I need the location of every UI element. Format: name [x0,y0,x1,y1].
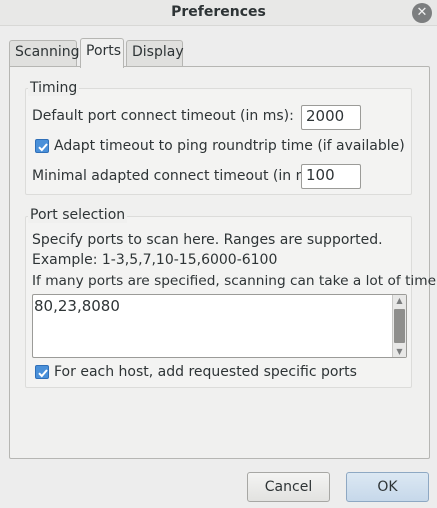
timing-group-title: Timing [28,80,80,96]
port-help-text-2: Example: 1-3,5,7,10-15,6000-6100 [32,252,278,268]
tab-ports[interactable]: Ports [80,38,124,68]
ok-button[interactable]: OK [346,472,429,502]
add-specific-ports-checkbox[interactable] [35,365,49,379]
ports-scrollbar[interactable]: ▲ ▼ [392,295,406,357]
ports-value: 80,23,8080 [34,297,120,315]
checkmark-icon [38,143,48,152]
min-timeout-label: Minimal adapted connect timeout (in ms): [32,168,327,184]
tab-label: Display [132,44,184,60]
tab-label: Ports [86,43,122,59]
title-bar: Preferences ✕ [0,0,437,26]
scroll-thumb[interactable] [394,309,405,343]
checkmark-icon [38,369,48,378]
min-timeout-input[interactable]: 100 [301,164,361,189]
window-title: Preferences [171,4,266,20]
default-timeout-input[interactable]: 2000 [301,105,361,130]
default-timeout-label: Default port connect timeout (in ms): [32,108,294,124]
add-specific-ports-label: For each host, add requested specific po… [54,364,357,380]
port-selection-group-title: Port selection [28,207,128,223]
adapt-timeout-label: Adapt timeout to ping roundtrip time (if… [54,138,405,154]
tab-display[interactable]: Display [126,40,184,66]
port-help-text-1: Specify ports to scan here. Ranges are s… [32,232,383,248]
cancel-button[interactable]: Cancel [247,472,330,502]
close-icon[interactable]: ✕ [412,3,432,23]
port-help-text-3: If many ports are specified, scanning ca… [32,273,437,289]
ports-textarea[interactable]: 80,23,8080 ▲ ▼ [32,294,407,358]
adapt-timeout-checkbox[interactable] [35,139,49,153]
scroll-down-arrow-icon[interactable]: ▼ [393,346,406,357]
scroll-up-arrow-icon[interactable]: ▲ [393,295,406,306]
tab-label: Scanning [15,44,80,60]
tab-scanning[interactable]: Scanning [9,40,80,66]
